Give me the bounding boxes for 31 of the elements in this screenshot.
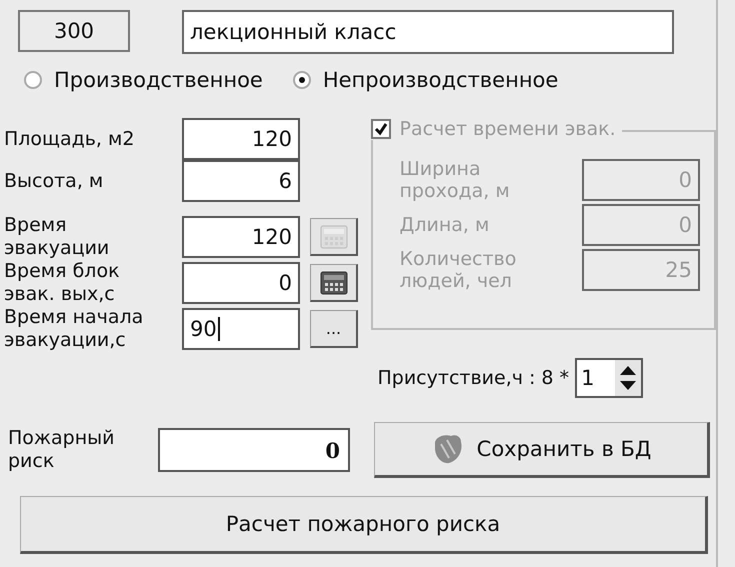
- spin-arrows-icon[interactable]: [615, 360, 642, 396]
- radio-button[interactable]: [24, 71, 42, 89]
- field-label: Длина, м: [399, 214, 490, 236]
- calculator-button[interactable]: [310, 264, 358, 302]
- checkbox-label: Расчет времени эвак.: [399, 118, 616, 140]
- save-button[interactable]: Сохранить в БД: [374, 422, 710, 478]
- radio-label[interactable]: Непроизводственное: [322, 68, 558, 92]
- output-field: 0: [158, 428, 350, 472]
- spin-field[interactable]: 1: [575, 358, 644, 398]
- input-field[interactable]: 6: [182, 160, 300, 202]
- input-field[interactable]: 90: [182, 308, 300, 350]
- record-number-field[interactable]: 300: [18, 10, 130, 52]
- radio-label[interactable]: Производственное: [54, 68, 263, 92]
- input-field[interactable]: 120: [182, 216, 300, 258]
- radio-button[interactable]: [292, 71, 311, 89]
- field-label: Площадь, м2: [4, 128, 136, 150]
- field-label: Время блок эвак. вых,с: [4, 260, 121, 306]
- field-label: Время начала эвакуации,с: [4, 306, 144, 352]
- field-label: Пожарный риск: [8, 427, 116, 473]
- calculator-icon: [318, 270, 348, 296]
- calculator-icon: [318, 224, 348, 250]
- input-field[interactable]: 120: [182, 118, 300, 160]
- input-field[interactable]: 0: [182, 262, 300, 304]
- browse-button[interactable]: ...: [310, 310, 358, 348]
- field-label: Количество людей, чел: [399, 248, 516, 292]
- field-label: Высота, м: [4, 170, 104, 192]
- field-label: Ширина прохода, м: [399, 158, 510, 202]
- presence-label: Присутствие,ч : 8 *: [377, 367, 570, 389]
- calculate-button[interactable]: Расчет пожарного риска: [20, 496, 708, 554]
- room-name-field[interactable]: лекционный класс: [182, 10, 674, 54]
- field-label: Время эвакуации: [4, 214, 110, 260]
